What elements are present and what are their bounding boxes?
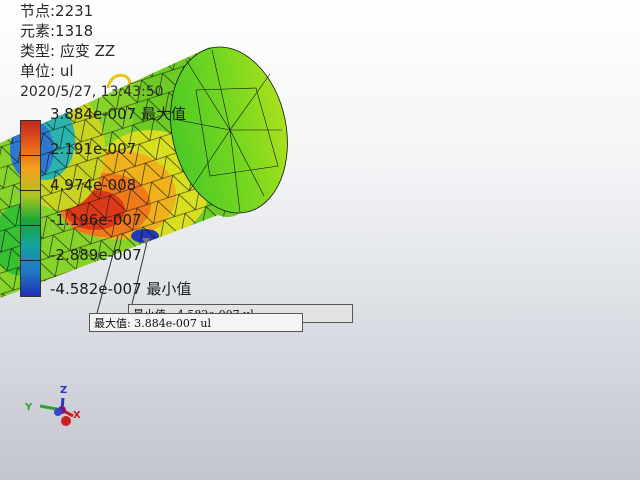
node-count: 节点:2231 bbox=[20, 2, 94, 20]
axis-z-cone-icon bbox=[54, 408, 62, 416]
color-legend-bar bbox=[20, 120, 41, 297]
legend-min-label: -4.582e-007 最小值 bbox=[50, 280, 192, 298]
axis-triad[interactable] bbox=[39, 397, 74, 426]
axis-x-cone-icon bbox=[61, 416, 71, 426]
result-unit: 单位: ul bbox=[20, 62, 74, 80]
element-count: 元素:1318 bbox=[20, 22, 94, 40]
legend-label: 4.974e-008 bbox=[50, 176, 137, 194]
max-value-callout[interactable]: 最大值: 3.884e-007 ul bbox=[89, 313, 303, 332]
legend-label: -2.889e-007 bbox=[50, 246, 142, 264]
legend-label: -1.196e-007 bbox=[50, 211, 142, 229]
result-type: 类型: 应变 ZZ bbox=[20, 42, 116, 60]
fea-model-viewport[interactable] bbox=[0, 0, 640, 480]
axis-z-label: Z bbox=[60, 385, 68, 396]
legend-tick bbox=[20, 190, 41, 191]
legend-tick bbox=[20, 260, 41, 261]
axis-x-label: X bbox=[73, 410, 81, 421]
axis-y-label: Y bbox=[25, 402, 33, 413]
legend-max-label: 3.884e-007 最大值 bbox=[50, 105, 186, 123]
legend-label: 2.191e-007 bbox=[50, 140, 137, 158]
legend-tick bbox=[20, 155, 41, 156]
legend-tick bbox=[20, 225, 41, 226]
timestamp: 2020/5/27, 13:43:50 bbox=[20, 84, 164, 100]
